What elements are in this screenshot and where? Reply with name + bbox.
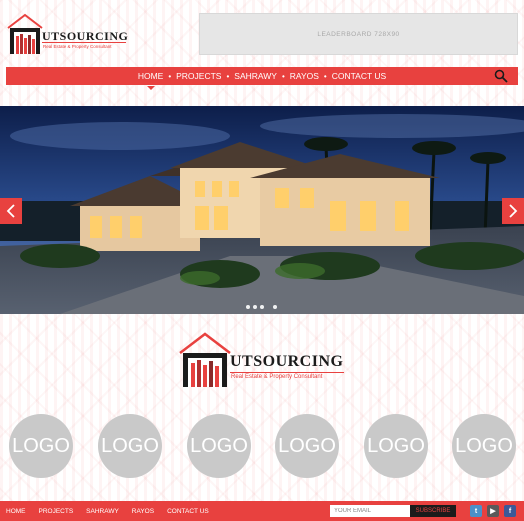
footer-link-home[interactable]: HOME [6,508,26,515]
partner-logo[interactable]: LOGO [452,414,516,478]
brand-tagline: Real Estate & Property Consultant [43,44,112,49]
slider-dot-active[interactable] [273,305,277,309]
nav-item-projects[interactable]: PROJECTS [171,71,226,81]
partner-logo[interactable]: LOGO [275,414,339,478]
chevron-left-icon [6,204,15,218]
slider-prev-button[interactable] [0,198,22,224]
partner-logo[interactable]: LOGO [187,414,251,478]
partner-logo[interactable]: LOGO [9,414,73,478]
chevron-right-icon [509,204,518,218]
footer-link-rayos[interactable]: RAYOS [132,508,154,515]
subscribe-button[interactable]: SUBSCRIBE [410,505,456,517]
twitter-icon[interactable]: t [470,505,482,517]
nav-item-sahrawy[interactable]: SAHRAWY [229,71,282,81]
footer-link-sahrawy[interactable]: SAHRAWY [86,508,119,515]
villa-photo [0,106,524,314]
slider-dot[interactable] [246,305,250,309]
footer-nav: HOME PROJECTS SAHRAWY RAYOS CONTACT US [6,501,209,521]
partner-logo[interactable]: LOGO [98,414,162,478]
youtube-icon[interactable]: ▶ [487,505,499,517]
leaderboard-label: LEADERBOARD 728X90 [317,30,400,38]
partner-logo[interactable]: LOGO [364,414,428,478]
leaderboard-ad[interactable]: LEADERBOARD 728X90 [199,13,518,55]
main-nav: HOME • PROJECTS • SAHRAWY • RAYOS • CONT… [6,67,518,90]
facebook-icon[interactable]: f [504,505,516,517]
brand-underline [42,42,126,43]
brand-tagline-large: Real Estate & Property Consultant [231,374,323,380]
footer-link-contact-us[interactable]: CONTACT US [167,508,209,515]
hero-slider-image [0,106,524,314]
slider-next-button[interactable] [502,198,524,224]
brand-logo[interactable]: UTSOURCING Real Estate & Property Consul… [6,12,128,56]
footer-link-projects[interactable]: PROJECTS [39,508,74,515]
slider-dot[interactable] [253,305,257,309]
nav-item-rayos[interactable]: RAYOS [285,71,324,81]
brand-logo-large: UTSOURCING Real Estate & Property Consul… [178,331,344,389]
slider-dot[interactable] [260,305,264,309]
footer-bar: HOME PROJECTS SAHRAWY RAYOS CONTACT US S… [0,501,524,521]
brand-underline-large [230,372,344,373]
email-field[interactable] [330,505,410,517]
brand-name-large: UTSOURCING [230,353,344,370]
nav-item-home[interactable]: HOME [133,71,169,90]
search-icon[interactable] [494,69,508,83]
nav-item-contact-us[interactable]: CONTACT US [327,71,391,81]
slider-dots [246,305,277,309]
